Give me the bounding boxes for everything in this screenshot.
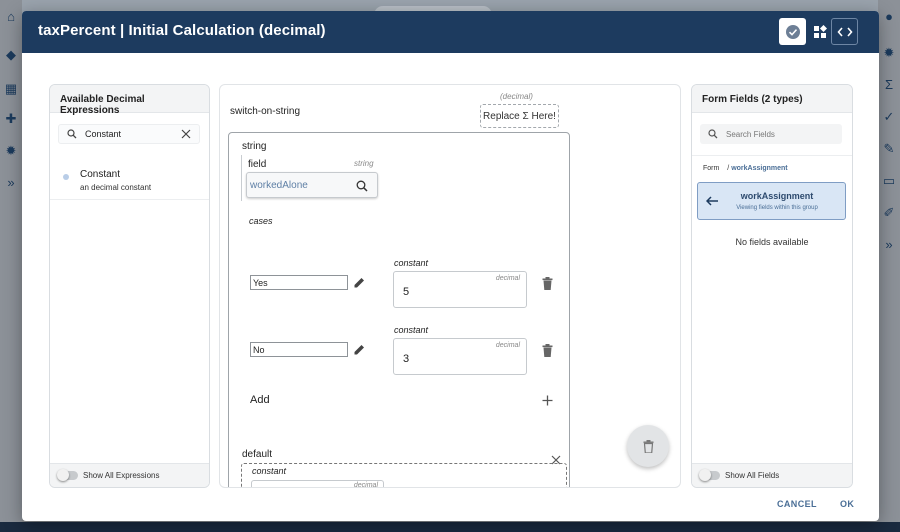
dialog-title: taxPercent | Initial Calculation (decima… [38,22,326,39]
breadcrumb-root[interactable]: Form [703,165,719,172]
background-right-sidebar: ● ✹ Σ ✓ ✎ ▭ ✐ » [878,0,900,532]
default-type-hint: decimal [353,482,378,488]
edit-icon[interactable] [353,276,366,289]
expression-editor: switch-on-string (decimal) Replace Σ Her… [219,84,681,488]
string-label: string [242,141,267,152]
case-type-hint: decimal [495,342,520,349]
code-view-button[interactable] [831,18,858,45]
visual-editor-button[interactable] [806,18,833,45]
validate-button[interactable] [779,18,806,45]
edit-icon[interactable] [353,343,366,356]
expression-dialog: taxPercent | Initial Calculation (decima… [22,11,879,521]
decimal-expressions-panel: Available Decimal Expressions Constant C… [49,84,210,488]
field-picker[interactable]: workedAlone [246,172,378,198]
wrench-icon: ✎ [883,141,895,156]
field-search-input[interactable]: Search Fields [726,130,775,139]
divider [692,155,852,156]
default-value-field[interactable]: decimal [251,480,384,488]
collapse-icon: » [885,237,893,252]
settings-icon: ✹ [5,143,17,158]
code-icon [836,26,853,37]
show-all-fields-label: Show All Fields [725,471,780,480]
field-group-card[interactable]: workAssignment Viewing fields within thi… [697,182,846,220]
expression-search-input[interactable]: Constant [85,129,121,139]
case-value: 5 [403,286,410,298]
expression-description: an decimal constant [80,183,152,192]
field-search[interactable]: Search Fields [700,124,842,144]
field-type-hint: string [354,159,374,168]
ok-button[interactable]: OK [840,499,854,509]
background-bottom-bar [0,522,900,532]
show-all-expressions-toggle[interactable] [57,469,78,481]
breadcrumb: Form / workAssignment [703,165,788,172]
breadcrumb-current[interactable]: workAssignment [731,165,787,172]
case-key-input[interactable]: No [250,342,348,357]
background-left-sidebar: ⌂ ◆ ▦ ✚ ✹ » [0,0,22,532]
show-all-fields-toggle[interactable] [699,469,720,481]
search-icon[interactable] [356,180,368,192]
delete-case-icon[interactable] [542,344,553,357]
case-type-hint: decimal [495,275,520,282]
replace-expression-dropzone[interactable]: Replace Σ Here! [480,104,559,128]
layers-icon: ◆ [6,47,16,62]
cancel-button[interactable]: CANCEL [777,499,817,509]
monitor-icon: ▭ [882,173,896,188]
delete-expression-button[interactable] [627,425,669,467]
bullet-icon [63,174,69,180]
add-case-icon[interactable] [542,395,553,406]
panel-title: Form Fields (2 types) [692,85,852,113]
case-expression-label: constant [394,325,429,335]
case-key-input[interactable]: Yes [250,275,348,290]
add-case-label[interactable]: Add [250,394,270,406]
gear-icon: ✹ [883,45,895,60]
replace-type-hint: (decimal) [500,92,533,101]
trash-icon [643,439,653,453]
field-group-hint: Viewing fields within this group [736,205,818,211]
check-circle-icon [785,24,800,39]
delete-case-icon[interactable] [542,277,553,290]
expression-name: Constant [80,169,121,180]
default-label: default [242,449,273,460]
default-expression-label: constant [252,466,287,476]
pen-icon: ✐ [883,205,895,220]
search-icon [67,129,77,139]
search-icon [708,129,718,139]
show-all-expressions-label: Show All Expressions [83,471,160,480]
empty-fields-message: No fields available [735,237,809,247]
dashboard-icon: ▦ [4,81,18,96]
dialog-header: taxPercent | Initial Calculation (decima… [22,11,879,53]
widgets-icon [813,24,827,38]
home-icon: ⌂ [7,9,15,24]
user-icon: ● [885,9,893,24]
cases-label: cases [249,216,273,226]
case-expression-label: constant [394,258,429,268]
field-section: field string workedAlone [241,155,379,201]
case-value-field[interactable]: decimal 5 [393,271,527,308]
switch-block: string field string workedAlone cases Ye… [228,132,570,488]
field-picker-value: workedAlone [250,180,308,191]
expand-icon: » [7,175,15,190]
root-expression-label: switch-on-string [230,106,301,117]
clear-search-icon[interactable] [181,129,191,139]
field-label: field [248,159,267,170]
field-group-name: workAssignment [740,191,814,201]
expression-search[interactable]: Constant [58,124,200,144]
case-value-field[interactable]: decimal 3 [393,338,527,375]
form-fields-panel: Form Fields (2 types) Search Fields Form… [691,84,853,488]
sigma-icon: Σ [884,77,894,92]
case-value: 3 [403,353,410,365]
expression-list-item[interactable]: Constant an decimal constant [50,162,209,200]
default-expression[interactable]: constant decimal [241,463,567,488]
puzzle-icon: ✚ [5,111,17,126]
check-icon: ✓ [883,109,895,124]
show-all-expressions-row: Show All Expressions [50,463,209,487]
show-all-fields-row: Show All Fields [692,463,852,487]
panel-title: Available Decimal Expressions [50,85,209,116]
